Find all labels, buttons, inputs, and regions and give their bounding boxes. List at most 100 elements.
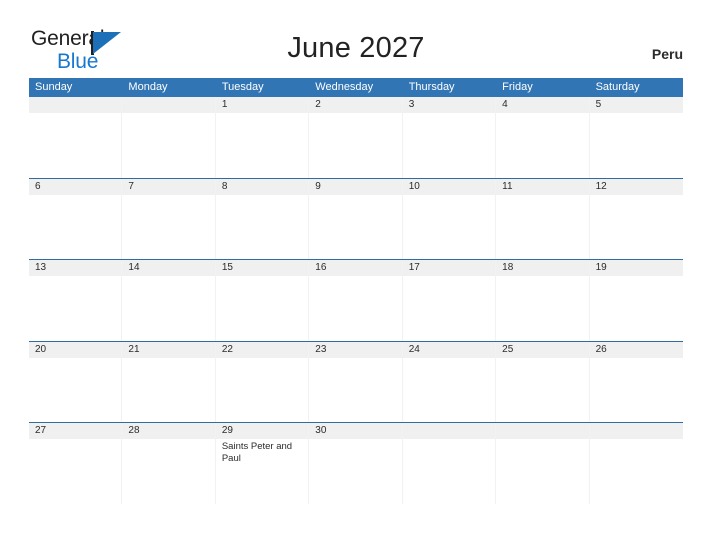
calendar-day-cell[interactable]: 10 (402, 178, 497, 259)
day-number: 18 (502, 262, 514, 273)
day-number-band: 15 (215, 260, 309, 276)
calendar-day-cell[interactable]: 22 (215, 341, 310, 422)
day-number: 27 (35, 425, 47, 436)
day-number: 2 (315, 99, 321, 110)
day-number: 26 (595, 343, 607, 355)
day-number-band (29, 97, 122, 113)
calendar-day-cell[interactable]: 9 (309, 178, 403, 259)
day-number-band: 2 (309, 97, 402, 113)
calendar-day-cell[interactable]: 6 (29, 178, 123, 259)
day-number-band: 24 (402, 341, 496, 358)
day-number-band: 7 (122, 178, 215, 195)
calendar-day-cell[interactable]: 19 (589, 260, 683, 341)
calendar-weekday-header: Sunday Monday Tuesday Wednesday Thursday Frid… (29, 78, 683, 97)
calendar-day-cell[interactable]: 12 (589, 178, 683, 260)
calendar-day-cell[interactable]: 16 (309, 260, 403, 341)
day-number: 29 (221, 425, 233, 436)
day-number-band: 18 (496, 260, 589, 276)
day-number: 19 (595, 262, 607, 273)
calendar-day-cell[interactable]: 20 (29, 341, 123, 422)
day-number-band (122, 97, 215, 113)
calendar-day-cell[interactable]: 2 (309, 97, 403, 178)
day-number: 28 (128, 425, 140, 436)
calendar-day-cell[interactable]: 30 (309, 423, 403, 504)
calendar-day-empty (496, 423, 590, 504)
day-number-band: 4 (496, 97, 589, 113)
day-number-band: 14 (122, 260, 215, 276)
calendar-day-cell[interactable]: 15 (215, 260, 310, 341)
calendar-day-cell[interactable]: 8 (215, 178, 310, 259)
calendar-day-cell[interactable]: 1 (215, 97, 310, 178)
day-number-band: 13 (29, 260, 122, 276)
day-number: 8 (221, 180, 228, 192)
calendar-week-row: 6 7 8 9 10 11 12 (29, 177, 683, 260)
day-number: 15 (221, 262, 233, 273)
day-number: 5 (595, 99, 602, 110)
calendar-day-cell[interactable]: 14 (122, 260, 216, 341)
day-number: 21 (128, 343, 140, 355)
day-number: 23 (315, 343, 327, 355)
day-number-band: 10 (402, 178, 496, 195)
day-number-band: 28 (122, 423, 215, 439)
day-number: 9 (315, 180, 321, 192)
calendar-day-cell[interactable]: 18 (496, 260, 590, 341)
day-number-band: 8 (215, 178, 309, 195)
calendar-day-cell[interactable]: 29 Saints Peter and Paul (215, 423, 310, 504)
day-number: 20 (35, 343, 47, 355)
calendar-day-cell[interactable]: 7 (122, 178, 216, 259)
calendar-grid: Sunday Monday Tuesday Wednesday Thursday Frid… (29, 78, 683, 504)
calendar-day-cell[interactable]: 21 (122, 341, 216, 422)
weekday-header-sunday: Sunday (35, 81, 73, 93)
day-number: 1 (221, 99, 228, 110)
weekday-header-tuesday: Tuesday (221, 81, 264, 93)
calendar-day-cell[interactable]: 27 (29, 423, 123, 504)
calendar-weeks: 1 2 3 4 5 6 7 8 9 10 11 12 13 14 15 16 17 18 19 20 21 22 23 24 2… (29, 97, 683, 504)
day-number-band: 23 (309, 341, 402, 358)
calendar-day-empty (402, 423, 497, 504)
day-number: 24 (408, 343, 420, 355)
calendar-day-cell[interactable]: 28 (122, 423, 216, 504)
day-number: 6 (35, 180, 41, 192)
calendar-day-cell[interactable]: 3 (402, 97, 497, 178)
calendar-week-row: 1 2 3 4 5 (29, 97, 683, 178)
day-number: 22 (221, 343, 233, 355)
day-number: 16 (315, 262, 327, 273)
day-number: 10 (408, 180, 420, 192)
day-number-band: 22 (215, 341, 309, 358)
calendar-day-cell[interactable]: 23 (309, 341, 403, 422)
calendar-week-row: 20 21 22 23 24 25 26 (29, 340, 683, 423)
calendar-day-cell[interactable]: 24 (402, 341, 497, 422)
calendar-day-cell[interactable]: 17 (402, 260, 497, 341)
day-number-band (496, 423, 589, 439)
day-number-band: 26 (589, 341, 683, 358)
calendar-day-empty (122, 97, 216, 178)
calendar-day-cell[interactable]: 25 (496, 341, 590, 422)
day-number-band: 1 (215, 97, 309, 113)
day-number-band: 17 (402, 260, 496, 276)
calendar-day-cell[interactable]: 26 (589, 341, 683, 423)
day-number: 14 (128, 262, 140, 273)
day-number: 7 (128, 180, 134, 192)
day-number-band: 29 (215, 423, 309, 439)
day-number: 25 (502, 343, 514, 355)
calendar-day-cell[interactable]: 5 (589, 97, 683, 178)
day-number-band: 11 (496, 178, 589, 195)
day-number-band: 6 (29, 178, 122, 195)
day-events: Saints Peter and Paul (216, 439, 308, 464)
calendar-day-cell[interactable]: 11 (496, 178, 590, 259)
day-number: 30 (315, 425, 327, 436)
calendar-day-empty (29, 97, 123, 178)
calendar-day-cell[interactable]: 13 (29, 260, 123, 341)
day-number: 17 (408, 262, 420, 273)
day-number: 12 (595, 180, 607, 192)
country-label: Peru (651, 46, 683, 62)
day-number-band: 5 (589, 97, 683, 113)
weekday-header-wednesday: Wednesday (315, 81, 374, 93)
day-number-band: 16 (309, 260, 402, 276)
day-number-band: 21 (122, 341, 215, 358)
day-number-band: 20 (29, 341, 122, 358)
day-number-band: 19 (589, 260, 683, 276)
calendar-day-cell[interactable]: 4 (496, 97, 590, 178)
weekday-header-thursday: Thursday (408, 81, 455, 93)
day-number-band: 3 (402, 97, 496, 113)
